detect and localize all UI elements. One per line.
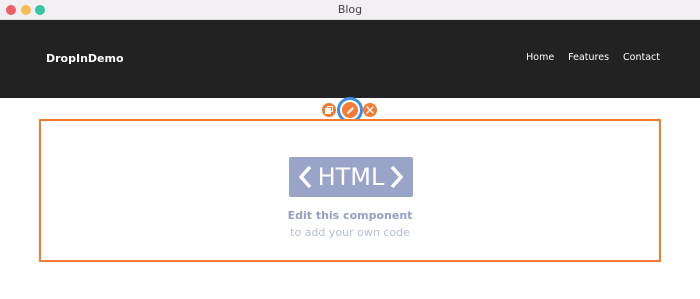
nav-link-contact[interactable]: Contact: [623, 52, 660, 63]
chevron-left-icon: [298, 165, 311, 189]
nav-link-home[interactable]: Home: [526, 52, 554, 63]
copy-component-button[interactable]: [322, 103, 336, 117]
edit-button-inner: [342, 102, 358, 118]
brand-logo[interactable]: DropInDemo: [46, 52, 124, 65]
html-badge: HTML: [289, 157, 413, 197]
html-component-block[interactable]: HTML Edit this component to add your own…: [39, 119, 661, 262]
chevron-right-icon: [391, 165, 404, 189]
delete-component-button[interactable]: [363, 103, 377, 117]
nav-link-features[interactable]: Features: [568, 52, 609, 63]
pencil-icon: [346, 106, 354, 114]
nav-links: Home Features Contact: [526, 52, 660, 63]
copy-icon: [325, 106, 333, 114]
close-icon: [366, 106, 374, 114]
window-titlebar: Blog: [0, 0, 700, 20]
component-title: Edit this component: [287, 209, 413, 222]
window-title: Blog: [337, 3, 363, 16]
html-badge-label: HTML: [317, 163, 385, 191]
component-subtitle: to add your own code: [290, 226, 410, 239]
site-navbar: DropInDemo Home Features Contact: [0, 20, 700, 98]
